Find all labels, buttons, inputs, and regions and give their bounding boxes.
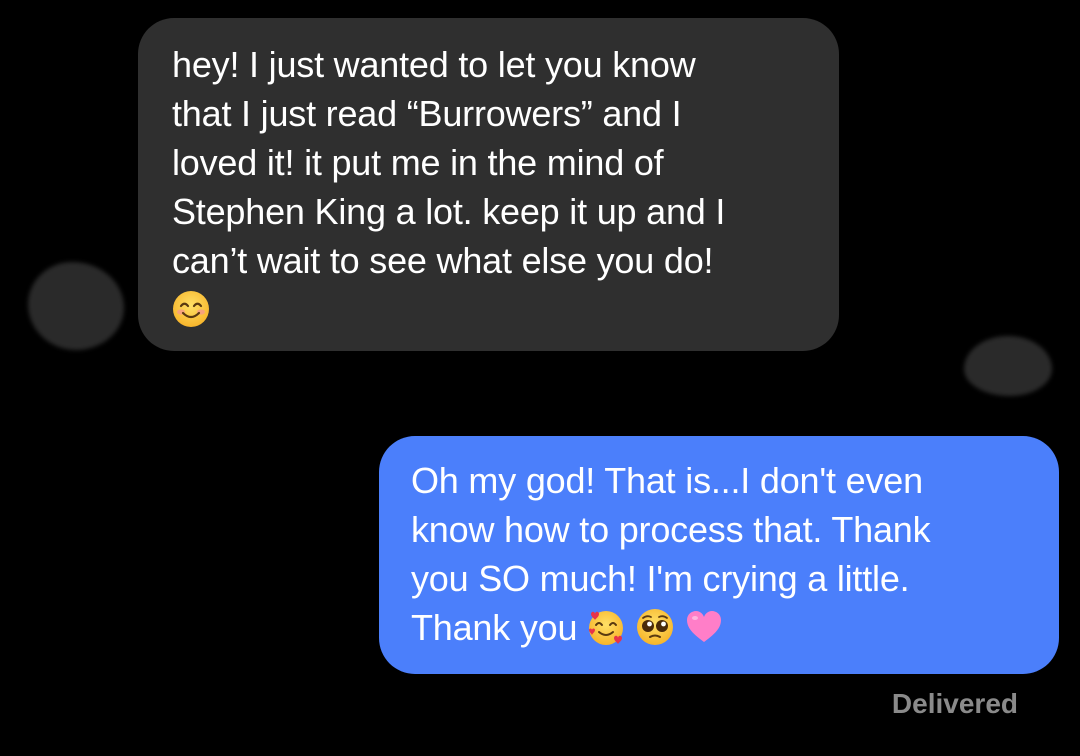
received-message-bubble[interactable]: hey! I just wanted to let you know that … <box>138 18 839 351</box>
emoji-line <box>172 285 807 334</box>
message-line: Oh my god! That is...I don't even <box>411 460 923 501</box>
message-line: that I just read “Burrowers” and I <box>172 93 682 134</box>
sent-message-bubble[interactable]: Oh my god! That is...I don't even know h… <box>379 436 1059 674</box>
message-line: hey! I just wanted to let you know <box>172 44 696 85</box>
message-line: can’t wait to see what else you do! <box>172 240 714 281</box>
message-text: Thank you <box>411 607 578 648</box>
delivery-status: Delivered <box>891 688 1018 719</box>
smiling-face-with-hearts-icon <box>587 608 625 646</box>
pink-heart-icon <box>685 608 723 646</box>
chat-screen: hey! I just wanted to let you know that … <box>0 0 1080 756</box>
smiling-face-with-smiling-eyes-icon <box>172 290 210 328</box>
message-line-with-emojis: Thank you <box>411 603 1029 652</box>
message-line: loved it! it put me in the mind of <box>172 142 664 183</box>
own-avatar-redacted <box>964 336 1052 396</box>
message-line: Stephen King a lot. keep it up and I <box>172 191 726 232</box>
contact-avatar-redacted[interactable] <box>28 262 124 350</box>
pleading-face-icon <box>636 608 674 646</box>
message-line: you SO much! I'm crying a little. <box>411 558 910 599</box>
message-line: know how to process that. Thank <box>411 509 931 550</box>
